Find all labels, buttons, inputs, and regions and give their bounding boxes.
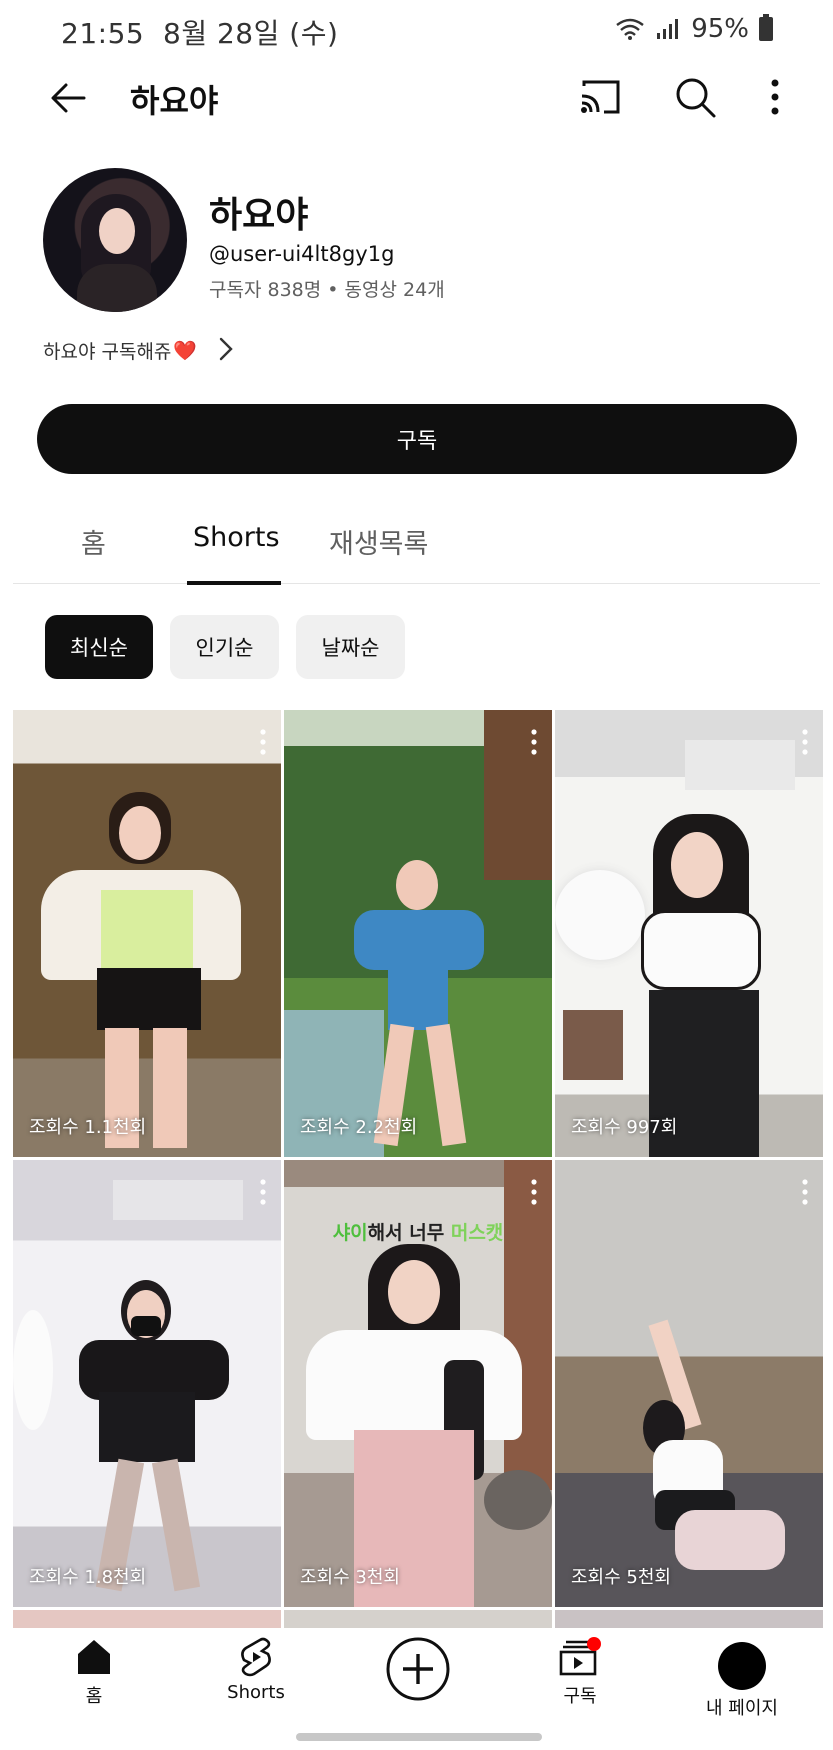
cast-icon[interactable] [578,76,624,120]
battery-percent: 95% [691,14,749,44]
chip-latest[interactable]: 최신순 [45,615,153,679]
video-count: 동영상 24개 [344,279,445,301]
short-view-count: 조회수 2.2천회 [300,1117,418,1138]
short-more-icon[interactable] [530,1178,538,1206]
short-thumbnail[interactable]: 조회수 5천회 [555,1160,823,1607]
short-overlay-caption: 샤이해서 너무 머스캣 [332,1222,504,1244]
shorts-icon [241,1637,271,1677]
signal-icon [657,19,679,39]
nav-home[interactable]: 홈 [34,1636,154,1708]
bottom-navigation: 홈 Shorts 구독 내 페이지 [0,1628,833,1750]
nav-my-page[interactable]: 내 페이지 [682,1636,802,1720]
short-view-count: 조회수 5천회 [571,1567,671,1588]
short-view-count: 조회수 3천회 [300,1567,400,1588]
home-indicator[interactable] [296,1733,542,1741]
short-more-icon[interactable] [259,728,267,756]
wifi-icon [616,18,644,40]
short-more-icon[interactable] [801,1178,809,1206]
status-icons: 95% [615,14,773,44]
short-view-count: 조회수 1.8천회 [29,1567,147,1588]
short-thumbnail[interactable]: 조회수 1.1천회 [13,710,281,1157]
channel-name: 하요야 [209,195,309,236]
tab-playlists[interactable]: 재생목록 [329,522,428,561]
short-thumbnail[interactable]: 조회수 1.8천회 [13,1160,281,1607]
chip-date[interactable]: 날짜순 [296,615,405,679]
channel-stats: 구독자 838명 • 동영상 24개 [209,275,445,302]
page-title: 하요야 [130,82,219,120]
short-view-count: 조회수 1.1천회 [29,1117,147,1138]
short-thumbnail[interactable] [13,1610,281,1630]
channel-description-text: 하요야 구독해쥬 [43,341,172,363]
subscribe-button[interactable]: 구독 [37,404,797,474]
more-vert-icon[interactable] [760,74,790,120]
short-thumbnail[interactable] [555,1610,823,1630]
short-more-icon[interactable] [530,728,538,756]
channel-handle: @user-ui4lt8gy1g [209,242,395,266]
short-more-icon[interactable] [801,728,809,756]
top-app-bar: 하요야 [0,62,833,134]
subscriptions-icon [559,1637,601,1676]
create-plus-icon [386,1637,450,1701]
short-thumbnail[interactable]: 조회수 997회 [555,710,823,1157]
status-bar: 21:55 8월 28일 (수) 95% [0,0,833,58]
nav-shorts[interactable]: Shorts [196,1636,316,1703]
channel-avatar[interactable] [43,168,187,312]
nav-subscriptions[interactable]: 구독 [520,1636,640,1708]
chevron-right-icon[interactable] [214,334,238,364]
tab-shorts[interactable]: Shorts [193,522,280,553]
stats-separator: • [327,279,339,301]
nav-create[interactable] [358,1636,478,1702]
battery-icon [759,14,773,41]
search-icon[interactable] [672,74,718,120]
short-thumbnail[interactable] [284,1610,552,1630]
back-arrow-icon[interactable] [44,74,92,122]
nav-my-page-label: 내 페이지 [706,1698,778,1719]
avatar [718,1642,766,1690]
channel-description[interactable]: 하요야 구독해쥬 ❤️ [43,337,197,364]
nav-shorts-label: Shorts [227,1682,285,1703]
nav-subscriptions-label: 구독 [563,1686,597,1707]
heart-emoji: ❤️ [173,340,198,362]
subscriber-count: 구독자 838명 [209,279,322,301]
tab-home[interactable]: 홈 [81,522,106,561]
tab-active-indicator [187,581,281,585]
home-icon [78,1640,110,1674]
nav-home-label: 홈 [85,1686,103,1707]
short-view-count: 조회수 997회 [571,1117,678,1138]
short-thumbnail[interactable]: 조회수 2.2천회 [284,710,552,1157]
short-thumbnail[interactable]: 샤이해서 너무 머스캣 조회수 3천회 [284,1160,552,1607]
status-time: 21:55 8월 28일 (수) [61,17,339,50]
channel-tabs: 홈 Shorts 재생목록 [13,512,820,585]
short-more-icon[interactable] [259,1178,267,1206]
chip-popular[interactable]: 인기순 [170,615,279,679]
